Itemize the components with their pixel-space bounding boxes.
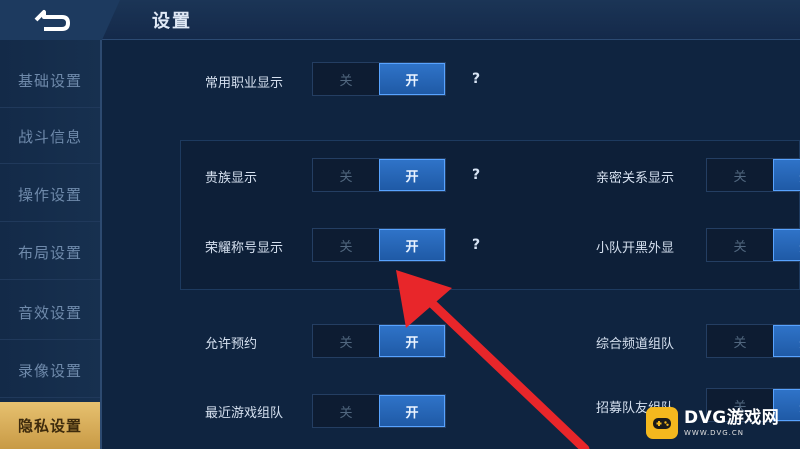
watermark-title: DVG游戏网: [684, 407, 780, 428]
watermark: DVG游戏网 WWW.DVG.CN: [646, 404, 796, 442]
gamepad-logo-icon: [646, 407, 678, 439]
watermark-url: WWW.DVG.CN: [684, 428, 745, 437]
annotation-arrow: [396, 270, 590, 449]
